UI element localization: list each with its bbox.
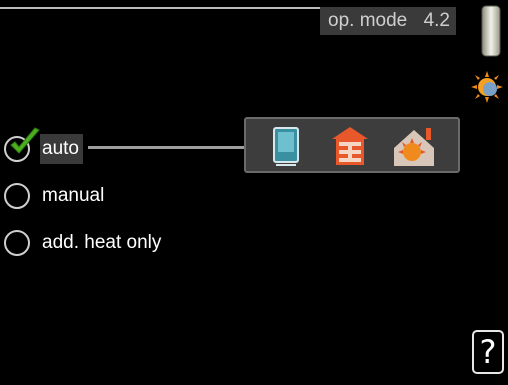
- option-label: auto: [40, 134, 83, 164]
- help-button[interactable]: ?: [472, 330, 504, 374]
- sun-icon: [471, 71, 503, 103]
- menu-title: op. mode 4.2: [320, 7, 456, 35]
- option-label: manual: [42, 185, 105, 206]
- menu-code: 4.2: [423, 10, 450, 31]
- hot-water-tank-icon: [481, 5, 501, 57]
- water-heater-icon: [273, 127, 299, 166]
- additional-heat-icon: [394, 128, 434, 166]
- header-divider: [0, 7, 322, 9]
- menu-title-text: op. mode: [328, 10, 408, 31]
- heat-pump-icon: [332, 127, 368, 165]
- radio-button[interactable]: [4, 230, 30, 256]
- heating-sources-panel: [244, 117, 460, 173]
- option-label: add. heat only: [42, 232, 162, 253]
- checkmark-icon: [10, 127, 40, 154]
- connector-line: [88, 146, 246, 149]
- screen: op. mode 4.2 auto manual add. heat only …: [0, 0, 508, 385]
- radio-button[interactable]: [4, 183, 30, 209]
